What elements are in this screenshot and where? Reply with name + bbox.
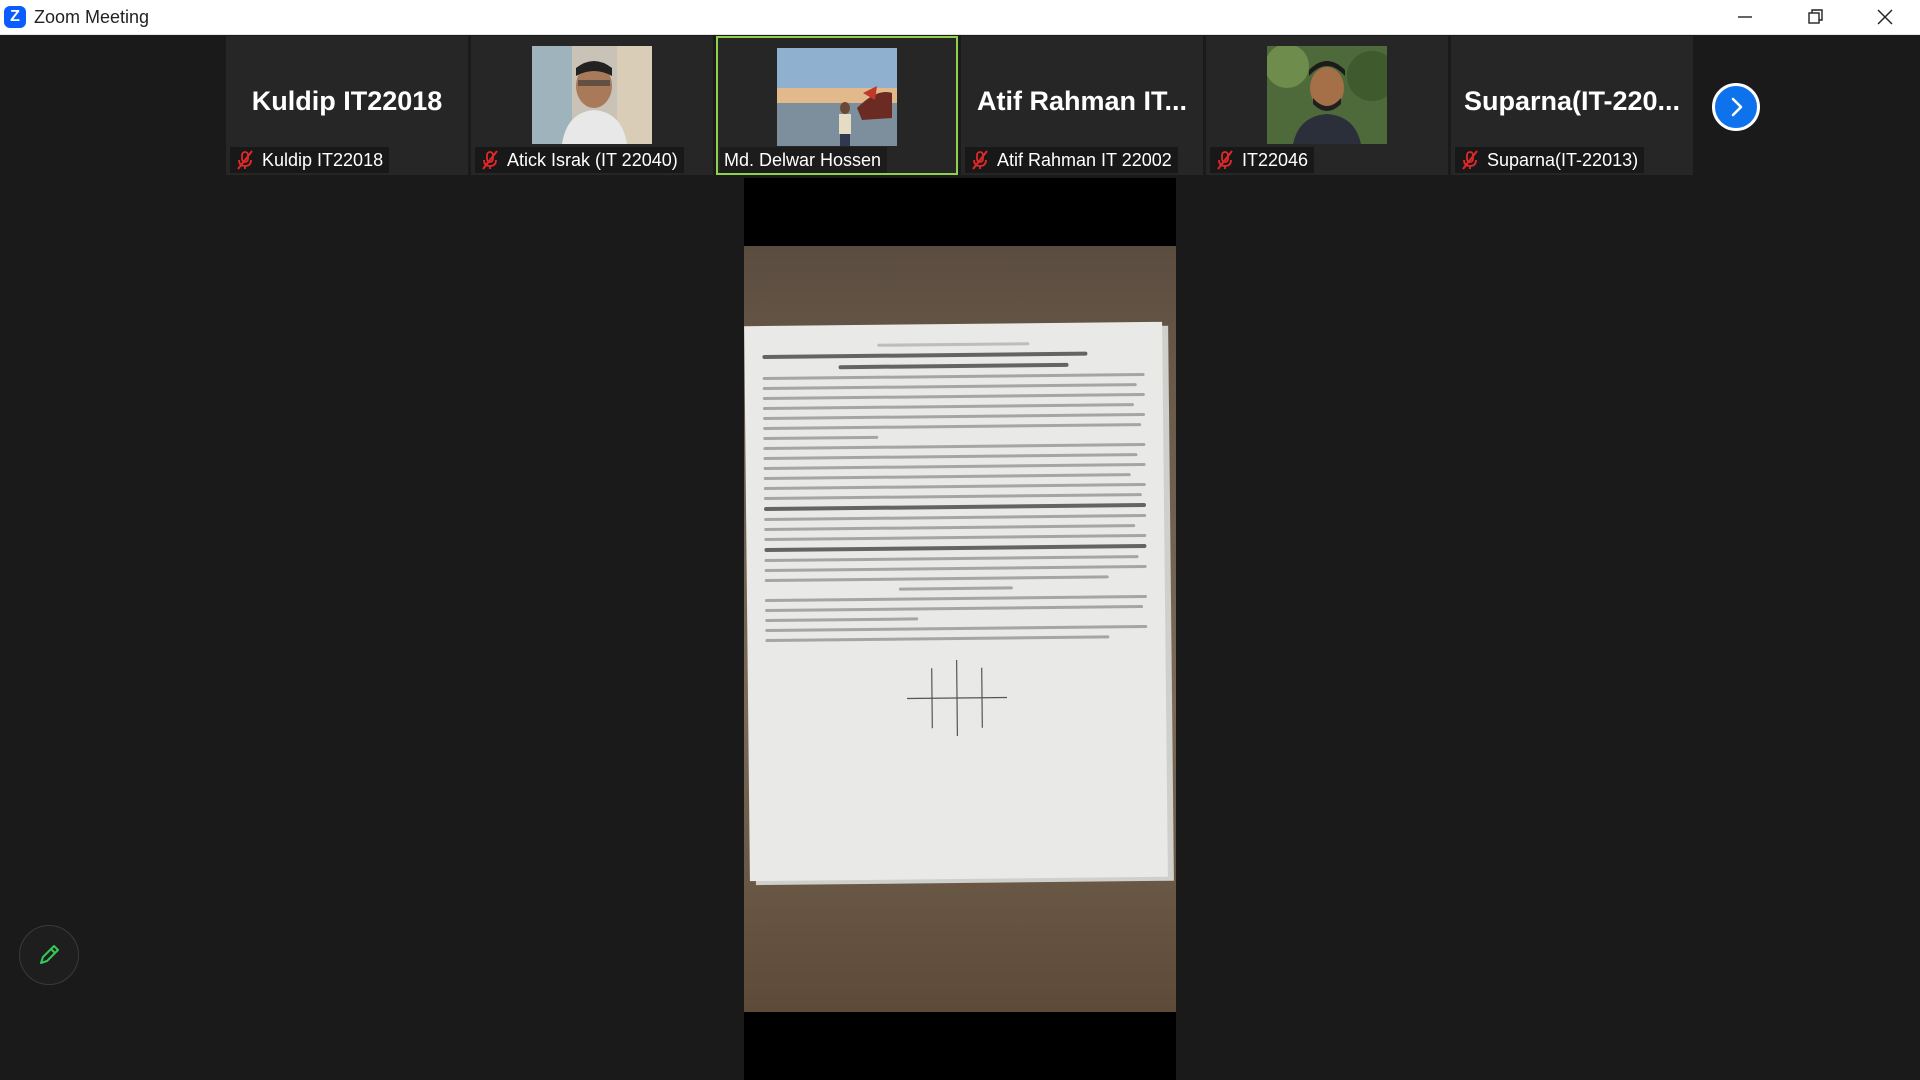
participant-video [532,46,652,144]
participant-display-name: Atif Rahman IT... [976,86,1187,116]
participant-name: Atick Israk (IT 22040) [507,149,678,170]
participant-display-name: Kuldip IT22018 [251,86,443,116]
participant-label: IT22046 [1210,147,1315,173]
window-title: Zoom Meeting [34,6,150,27]
participant-name: Kuldip IT22018 [262,149,384,170]
participant-label: Atick Israk (IT 22040) [475,147,684,173]
mic-muted-icon [237,150,253,170]
pencil-icon [40,945,59,964]
restore-icon [1808,9,1823,24]
molecule-diagram [897,657,1018,743]
participant-tile[interactable]: Kuldip IT22018 Kuldip IT22018 [226,36,468,175]
participant-name: IT22046 [1242,149,1309,170]
chevron-right-icon [1731,97,1743,117]
participant-label: Kuldip IT22018 [230,147,390,173]
participant-label: Suparna(IT-22013) [1455,147,1645,173]
participant-display-name: Suparna(IT-220... [1463,86,1681,116]
textbook-page [744,321,1168,882]
close-button[interactable] [1850,0,1920,34]
participant-tile-active-speaker[interactable]: Md. Delwar Hossen [716,36,958,175]
mic-muted-icon [972,150,988,170]
annotate-button[interactable] [19,925,79,985]
minimize-button[interactable] [1710,0,1780,34]
participant-video [777,48,897,146]
participant-name: Suparna(IT-22013) [1487,149,1639,170]
participant-tile[interactable]: Atick Israk (IT 22040) [471,36,713,175]
participant-label: Md. Delwar Hossen [720,147,888,173]
restore-button[interactable] [1780,0,1850,34]
next-page-button[interactable] [1712,83,1760,131]
participant-name: Md. Delwar Hossen [724,149,882,170]
window-controls [1710,0,1920,34]
participant-tile[interactable]: Suparna(IT-220... Suparna(IT-22013) [1451,36,1693,175]
close-icon [1877,9,1893,25]
minimize-icon [1738,16,1752,18]
zoom-logo-icon: Z [4,6,26,28]
participant-video [1267,46,1387,144]
participant-tile[interactable]: Atif Rahman IT... Atif Rahman IT 22002 [961,36,1203,175]
participant-gallery: Kuldip IT22018 Kuldip IT22018 Atick Isra… [226,36,1693,176]
title-bar: Z Zoom Meeting [0,0,1920,35]
participant-tile[interactable]: IT22046 [1206,36,1448,175]
main-video-view [744,178,1176,1080]
mic-muted-icon [482,150,498,170]
shared-camera-image [744,246,1176,1012]
mic-muted-icon [1462,150,1478,170]
participant-name: Atif Rahman IT 22002 [997,149,1172,170]
participant-label: Atif Rahman IT 22002 [965,147,1178,173]
mic-muted-icon [1217,150,1233,170]
